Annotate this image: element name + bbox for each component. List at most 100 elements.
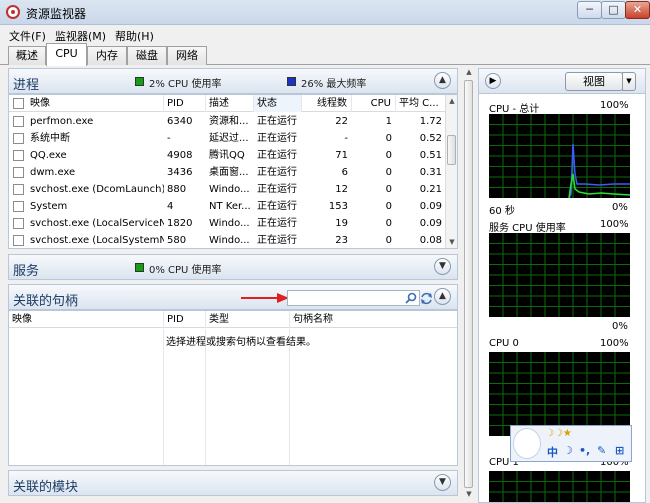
cell-threads: 153 bbox=[328, 201, 348, 212]
collapse-processes-button[interactable]: ▲ bbox=[434, 72, 451, 89]
cell-status: 正在运行 bbox=[257, 150, 297, 161]
scroll-down-arrow[interactable]: ▼ bbox=[446, 236, 457, 248]
expand-services-button[interactable]: ▼ bbox=[434, 258, 451, 275]
col-cpu[interactable]: CPU bbox=[352, 95, 396, 112]
expand-modules-button[interactable]: ▼ bbox=[434, 474, 451, 491]
resource-monitor-icon bbox=[6, 5, 20, 19]
process-row[interactable]: svchost.exe (LocalSystemN... 580 Windo..… bbox=[9, 232, 446, 248]
col-type[interactable]: 类型 bbox=[206, 311, 290, 328]
search-icon[interactable] bbox=[405, 292, 417, 304]
refresh-icon[interactable] bbox=[420, 292, 433, 305]
col-pid[interactable]: PID bbox=[164, 311, 206, 328]
process-row[interactable]: svchost.exe (DcomLaunch) 880 Windo... 正在… bbox=[9, 181, 446, 198]
service-cpu-graph-min: 0% bbox=[612, 321, 628, 332]
processes-table: 映像 PID 描述 状态 线程数 CPU 平均 C... perfmon.exe… bbox=[8, 94, 458, 249]
process-row[interactable]: QQ.exe 4908 腾讯QQ 正在运行 71 0 0.51 bbox=[9, 147, 446, 164]
cell-image: QQ.exe bbox=[30, 150, 67, 161]
process-row[interactable]: perfmon.exe 6340 资源和... 正在运行 22 1 1.72 bbox=[9, 113, 446, 130]
cell-threads: 23 bbox=[335, 235, 348, 246]
col-description[interactable]: 描述 bbox=[206, 95, 254, 112]
handle-search-input[interactable] bbox=[287, 290, 420, 306]
col-image[interactable]: 映像 bbox=[9, 311, 164, 328]
cell-status: 正在运行 bbox=[257, 235, 297, 246]
main-scroll-thumb[interactable] bbox=[464, 80, 473, 488]
ime-tools-icon[interactable]: ✎ bbox=[597, 444, 606, 457]
processes-scrollbar[interactable]: ▲ ▼ bbox=[445, 95, 457, 248]
cell-status: 正在运行 bbox=[257, 116, 297, 127]
cell-status: 正在运行 bbox=[257, 201, 297, 212]
close-button[interactable]: ✕ bbox=[625, 1, 650, 19]
row-checkbox[interactable] bbox=[13, 184, 24, 195]
main-scrollbar[interactable]: ▲ ▼ bbox=[463, 66, 475, 503]
processes-max-frequency: 26% 最大频率 bbox=[301, 79, 367, 90]
minimize-button[interactable]: ─ bbox=[577, 1, 602, 19]
cell-threads: 6 bbox=[341, 167, 348, 178]
scroll-up-arrow[interactable]: ▲ bbox=[446, 95, 457, 107]
menu-help[interactable]: 帮助(H) bbox=[115, 28, 154, 44]
title-bar: 资源监视器 ─ □ ✕ bbox=[0, 0, 650, 25]
cell-cpu: 0 bbox=[385, 167, 392, 178]
collapse-handles-button[interactable]: ▲ bbox=[434, 288, 451, 305]
view-button[interactable]: 视图 bbox=[565, 72, 623, 91]
tab-memory[interactable]: 内存 bbox=[87, 46, 127, 65]
expand-panel-button[interactable]: ▶ bbox=[485, 73, 501, 89]
services-cpu-usage: 0% CPU 使用率 bbox=[149, 265, 222, 276]
column-divider bbox=[289, 329, 290, 465]
cell-pid: 6340 bbox=[167, 116, 193, 127]
col-threads[interactable]: 线程数 bbox=[302, 95, 352, 112]
tab-disk[interactable]: 磁盘 bbox=[127, 46, 167, 65]
ime-punctuation-icon[interactable]: •, bbox=[579, 444, 590, 457]
cpu-total-graph bbox=[489, 114, 630, 198]
process-row[interactable]: 系统中断 - 延迟过... 正在运行 - 0 0.52 bbox=[9, 130, 446, 147]
col-status[interactable]: 状态 bbox=[254, 95, 302, 112]
handles-table-header: 映像 PID 类型 句柄名称 bbox=[9, 311, 457, 328]
cell-description: 桌面窗... bbox=[209, 167, 249, 178]
row-checkbox[interactable] bbox=[13, 201, 24, 212]
cell-status: 正在运行 bbox=[257, 133, 297, 144]
cell-average-cpu: 0.09 bbox=[419, 201, 442, 212]
cpu0-graph-title: CPU 0 bbox=[489, 338, 519, 349]
scroll-thumb[interactable] bbox=[447, 135, 456, 165]
process-row[interactable]: svchost.exe (LocalServiceN... 1820 Windo… bbox=[9, 215, 446, 232]
associated-handles-header[interactable]: 关联的句柄 ▲ bbox=[8, 284, 458, 310]
tab-cpu[interactable]: CPU bbox=[46, 43, 87, 66]
maximize-button[interactable]: □ bbox=[601, 1, 626, 19]
main-scroll-up-arrow[interactable]: ▲ bbox=[464, 68, 474, 78]
tab-network[interactable]: 网络 bbox=[167, 46, 207, 65]
col-handle-name[interactable]: 句柄名称 bbox=[290, 311, 457, 328]
cell-cpu: 0 bbox=[385, 133, 392, 144]
cell-cpu: 0 bbox=[385, 201, 392, 212]
row-checkbox[interactable] bbox=[13, 235, 24, 246]
row-checkbox[interactable] bbox=[13, 167, 24, 178]
col-average-cpu[interactable]: 平均 C... bbox=[396, 95, 446, 112]
cell-description: 腾讯QQ bbox=[209, 150, 245, 161]
cell-image: svchost.exe (LocalSystemN... bbox=[30, 235, 164, 246]
menu-file[interactable]: 文件(F) bbox=[9, 28, 46, 44]
row-checkbox[interactable] bbox=[13, 218, 24, 229]
ime-halfwidth-icon[interactable]: ☽ bbox=[563, 444, 573, 457]
col-image[interactable]: 映像 bbox=[27, 95, 164, 112]
tab-overview[interactable]: 概述 bbox=[8, 46, 46, 65]
col-pid[interactable]: PID bbox=[164, 95, 206, 112]
row-checkbox[interactable] bbox=[13, 116, 24, 127]
cell-average-cpu: 0.31 bbox=[419, 167, 442, 178]
ime-menu-icon[interactable]: ⊞ bbox=[615, 444, 624, 457]
associated-modules-header[interactable]: 关联的模块 ▼ bbox=[8, 470, 458, 496]
services-header[interactable]: 服务 0% CPU 使用率 ▼ bbox=[8, 254, 458, 280]
processes-header[interactable]: 进程 2% CPU 使用率 26% 最大频率 ▲ bbox=[8, 68, 458, 94]
cell-description: 延迟过... bbox=[209, 133, 249, 144]
row-checkbox[interactable] bbox=[13, 150, 24, 161]
menu-monitor[interactable]: 监视器(M) bbox=[55, 28, 106, 44]
cell-pid: - bbox=[167, 133, 171, 144]
row-checkbox[interactable] bbox=[13, 133, 24, 144]
cell-pid: 580 bbox=[167, 235, 187, 246]
process-row[interactable]: System 4 NT Ker... 正在运行 153 0 0.09 bbox=[9, 198, 446, 215]
main-scroll-down-arrow[interactable]: ▼ bbox=[464, 490, 474, 500]
select-all-checkbox[interactable] bbox=[13, 98, 24, 109]
ime-toolbar[interactable]: ☽☽★ 中 ☽ •, ✎ ⊞ bbox=[510, 425, 632, 462]
ime-chinese-mode[interactable]: 中 bbox=[547, 444, 558, 460]
service-cpu-graph-max: 100% bbox=[600, 219, 629, 230]
process-row[interactable]: dwm.exe 3436 桌面窗... 正在运行 6 0 0.31 bbox=[9, 164, 446, 181]
view-dropdown-arrow[interactable]: ▼ bbox=[622, 72, 636, 91]
red-arrow-annotation bbox=[241, 293, 289, 303]
